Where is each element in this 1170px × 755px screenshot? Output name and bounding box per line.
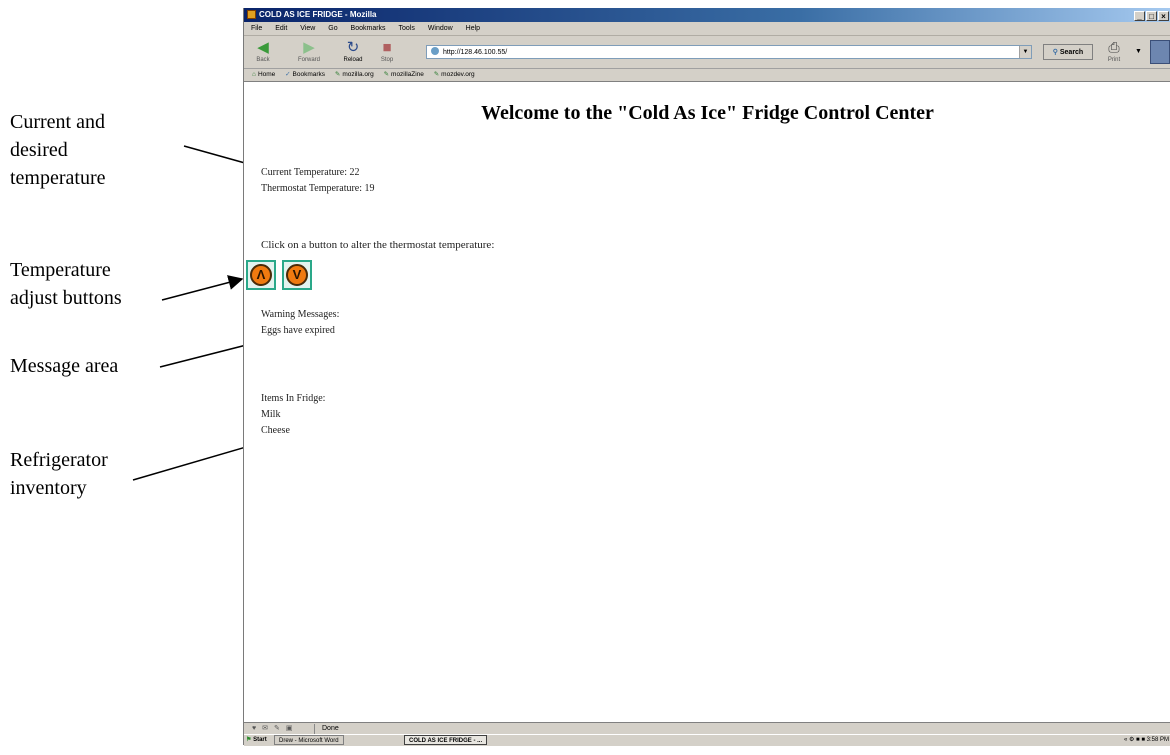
mozilla-throbber-icon — [1150, 40, 1170, 64]
window-title: COLD AS ICE FRIDGE - Mozilla — [259, 10, 377, 19]
bookmark-icon: ✎ — [334, 71, 341, 78]
menu-file[interactable]: File — [251, 25, 262, 32]
browser-window: COLD AS ICE FRIDGE - Mozilla _ □ × File Ed… — [243, 8, 1170, 746]
annotation-messages: Message area — [10, 355, 119, 377]
back-label: Back — [256, 57, 270, 63]
bookmark-mozilla-org[interactable]: ✎ mozilla.org — [335, 71, 374, 78]
forward-label: Forward — [297, 57, 320, 63]
bookmark-icon: ✎ — [433, 71, 440, 78]
items-label: Items In Fridge: — [261, 393, 326, 404]
menu-bar: File Edit View Go Bookmarks Tools Window… — [244, 22, 1170, 36]
taskbar-browser[interactable]: COLD AS ICE FRIDGE - ... — [404, 735, 488, 745]
menu-tools[interactable]: Tools — [399, 25, 415, 32]
warning-label: Warning Messages: — [261, 309, 340, 320]
search-icon: ⚲ — [1052, 49, 1058, 56]
annotation-buttons: Temperature adjust buttons — [10, 259, 122, 309]
menu-view[interactable]: View — [300, 25, 315, 32]
current-temperature: Current Temperature: 22 — [261, 167, 360, 178]
bookmarks-toolbar: ⌂ Home ✓ Bookmarks ✎ mozilla.org ✎ mozillaZi… — [244, 69, 1170, 82]
taskbar-word[interactable]: Drew - Microsoft Word — [274, 735, 344, 745]
stop-icon: ■ — [382, 39, 392, 56]
close-button[interactable]: × — [1158, 11, 1169, 21]
temperature-down-button[interactable]: V — [282, 260, 312, 290]
mozilla-app-icon — [247, 10, 256, 19]
bookmarks-icon: ✓ — [285, 71, 291, 78]
page-icon — [431, 47, 439, 55]
search-label: Search — [1059, 49, 1084, 56]
reload-icon: ↻ — [346, 39, 360, 56]
instruction-text: Click on a button to alter the thermosta… — [261, 239, 495, 251]
menu-window[interactable]: Window — [428, 25, 453, 32]
page-content: Welcome to the "Cold As Ice" Fridge Cont… — [244, 82, 1170, 722]
title-bar: COLD AS ICE FRIDGE - Mozilla _ □ × — [244, 8, 1170, 22]
stop-button[interactable]: ■ Stop — [372, 38, 402, 66]
menu-go[interactable]: Go — [328, 25, 337, 32]
up-arrow-icon: Λ — [250, 264, 272, 286]
address-dropdown-icon[interactable]: ▼ — [1019, 46, 1031, 58]
start-button[interactable]: ⚑ Start — [246, 735, 267, 746]
back-arrow-icon: ◀ — [257, 39, 269, 56]
list-item: Milk — [261, 409, 281, 420]
printer-icon: ⎙ — [1108, 39, 1120, 55]
windows-logo-icon: ⚑ — [246, 737, 252, 743]
thermostat-temperature: Thermostat Temperature: 19 — [261, 183, 375, 194]
windows-taskbar: ⚑ Start Drew - Microsoft Word COLD AS IC… — [244, 734, 1170, 746]
reload-label: Reload — [343, 57, 363, 63]
navigation-toolbar: ◀ Back ▶ Forward ↻ Reload ■ Stop http://… — [244, 36, 1170, 69]
warning-message: Eggs have expired — [261, 325, 335, 336]
tray-icons: « ⚙ ■ ■ — [1124, 737, 1147, 743]
bookmark-home[interactable]: ⌂ Home — [252, 71, 275, 78]
url-text: http://128.46.100.55/ — [443, 49, 508, 56]
clock: 3:58 PM — [1146, 737, 1169, 743]
reload-button[interactable]: ↻ Reload — [338, 38, 368, 66]
down-arrow-icon: V — [286, 264, 308, 286]
search-button[interactable]: ⚲ Search — [1043, 44, 1093, 60]
temperature-up-button[interactable]: Λ — [246, 260, 276, 290]
page-heading: Welcome to the "Cold As Ice" Fridge Cont… — [481, 102, 934, 124]
stop-label: Stop — [380, 57, 394, 63]
print-button[interactable]: ⎙ Print — [1099, 38, 1129, 66]
address-bar[interactable]: http://128.46.100.55/ ▼ — [426, 45, 1032, 59]
menu-edit[interactable]: Edit — [275, 25, 287, 32]
list-item: Cheese — [261, 425, 290, 436]
bookmark-mozillazine[interactable]: ✎ mozillaZine — [384, 71, 424, 78]
bookmark-bookmarks[interactable]: ✓ Bookmarks — [285, 71, 325, 78]
maximize-button[interactable]: □ — [1146, 11, 1157, 21]
print-dropdown-icon[interactable]: ▼ — [1135, 48, 1142, 55]
arrow-buttons — [161, 275, 244, 301]
back-button[interactable]: ◀ Back — [248, 38, 278, 66]
bookmark-icon: ✎ — [383, 71, 390, 78]
print-label: Print — [1107, 57, 1121, 63]
forward-button[interactable]: ▶ Forward — [294, 38, 324, 66]
annotation-temperature: Current and desired temperature — [10, 111, 106, 189]
forward-arrow-icon: ▶ — [303, 39, 315, 56]
bookmark-mozdev-org[interactable]: ✎ mozdev.org — [434, 71, 475, 78]
home-icon: ⌂ — [252, 71, 256, 78]
minimize-button[interactable]: _ — [1134, 11, 1145, 21]
annotation-inventory: Refrigerator inventory — [10, 449, 108, 499]
menu-bookmarks[interactable]: Bookmarks — [351, 25, 386, 32]
menu-help[interactable]: Help — [466, 25, 480, 32]
system-tray: « ⚙ ■ ■ 3:58 PM — [1124, 735, 1169, 746]
